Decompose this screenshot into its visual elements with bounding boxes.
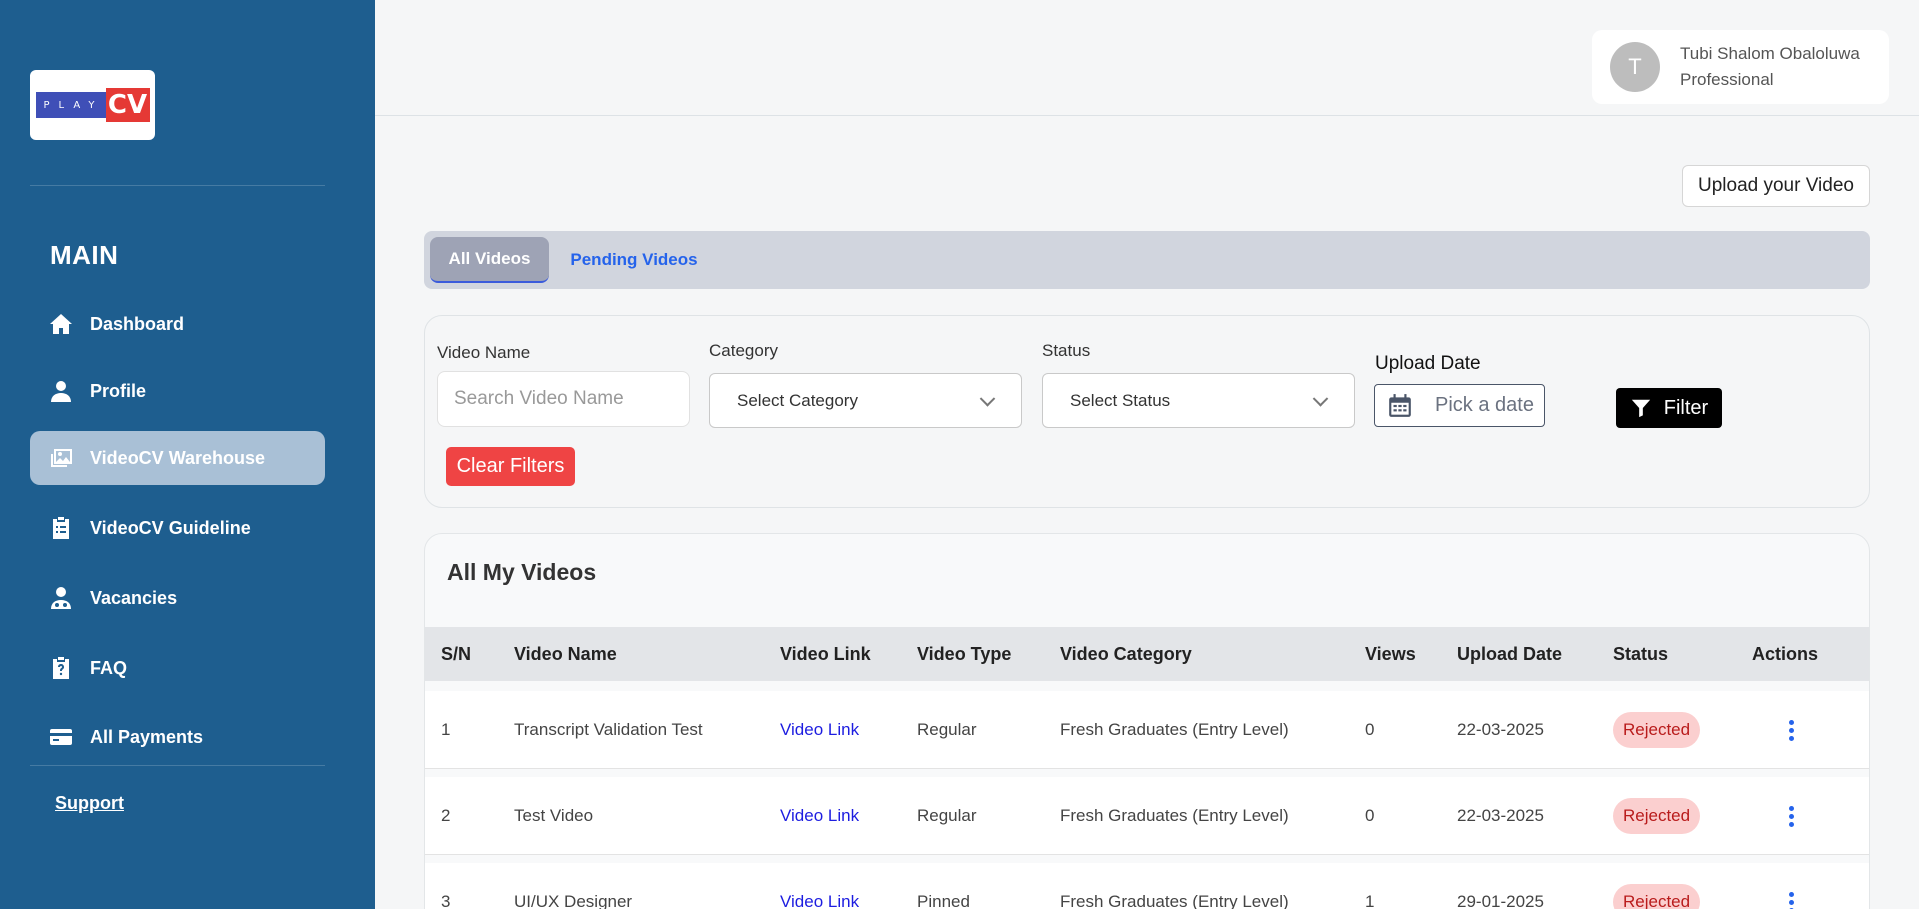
- sidebar: PLAY CV MAIN Dashboard Profile VideoCV W…: [0, 0, 375, 909]
- user-name: Tubi Shalom Obaloluwa: [1680, 44, 1860, 63]
- cell-video-type: Regular: [917, 720, 977, 739]
- sidebar-item-label: Vacancies: [90, 587, 178, 608]
- cell-sn: 2: [441, 806, 451, 825]
- table-row: 2 Test Video Video Link Regular Fresh Gr…: [425, 777, 1869, 855]
- top-header: T Tubi Shalom Obaloluwa Professional: [375, 0, 1919, 116]
- cell-video-type: Pinned: [917, 892, 970, 909]
- sidebar-item-label: FAQ: [90, 657, 128, 678]
- status-select-value: Select Status: [1070, 390, 1171, 410]
- cell-sn: 1: [441, 720, 451, 739]
- sidebar-item-label: VideoCV Guideline: [90, 517, 251, 538]
- table-row: 1 Transcript Validation Test Video Link …: [425, 691, 1869, 769]
- category-select[interactable]: Select Category: [709, 373, 1022, 428]
- sidebar-item-profile[interactable]: Profile: [30, 364, 325, 418]
- tab-all-videos[interactable]: All Videos: [430, 237, 549, 283]
- clear-filters-button[interactable]: Clear Filters: [446, 447, 575, 486]
- column-header-sn: S/N: [441, 643, 472, 664]
- upload-date-label: Upload Date: [1375, 353, 1481, 374]
- video-link[interactable]: Video Link: [780, 777, 859, 855]
- sidebar-section-title: MAIN: [50, 240, 119, 270]
- table-row: 3 UI/UX Designer Video Link Pinned Fresh…: [425, 863, 1869, 909]
- cell-upload-date: 22-03-2025: [1457, 806, 1544, 825]
- cell-video-name: Test Video: [514, 806, 594, 825]
- more-actions-icon[interactable]: [1781, 719, 1801, 741]
- sidebar-item-label: VideoCV Warehouse: [90, 447, 266, 468]
- cell-video-category: Fresh Graduates (Entry Level): [1060, 720, 1289, 739]
- video-name-label: Video Name: [437, 343, 531, 362]
- calendar-icon: [1389, 393, 1411, 417]
- sidebar-item-videocv-warehouse[interactable]: VideoCV Warehouse: [30, 431, 325, 485]
- cell-views: 0: [1365, 720, 1375, 739]
- cell-video-name: UI/UX Designer: [514, 892, 633, 909]
- filter-button-label: Filter: [1663, 396, 1709, 419]
- tab-pending-videos[interactable]: Pending Videos: [564, 237, 704, 283]
- column-header-views: Views: [1365, 643, 1416, 664]
- sidebar-item-label: Dashboard: [90, 313, 185, 334]
- more-actions-icon[interactable]: [1781, 805, 1801, 827]
- sidebar-divider: [30, 185, 325, 186]
- sidebar-item-faq[interactable]: FAQ: [30, 641, 325, 695]
- filter-button[interactable]: Filter: [1616, 388, 1722, 428]
- sidebar-item-label: Profile: [90, 380, 147, 401]
- upload-video-button[interactable]: Upload your Video: [1682, 165, 1870, 207]
- clipboard-icon: [48, 515, 74, 541]
- table-header: S/N Video Name Video Link Video Type Vid…: [425, 627, 1869, 681]
- filter-icon: [1631, 399, 1650, 418]
- doctor-icon: [48, 585, 74, 611]
- filter-panel: Video Name Search Video Name Category Se…: [424, 315, 1870, 508]
- sidebar-item-vacancies[interactable]: Vacancies: [30, 571, 325, 625]
- cell-sn: 3: [441, 892, 451, 909]
- status-badge: Rejected: [1613, 712, 1701, 748]
- clipboard-question-icon: [48, 655, 74, 681]
- user-card[interactable]: T Tubi Shalom Obaloluwa Professional: [1592, 30, 1889, 104]
- sidebar-item-label: All Payments: [90, 726, 204, 747]
- sidebar-divider: [30, 765, 325, 766]
- column-header-actions: Actions: [1752, 643, 1819, 664]
- images-icon: [48, 445, 74, 471]
- cell-upload-date: 29-01-2025: [1457, 892, 1544, 909]
- sidebar-item-dashboard[interactable]: Dashboard: [30, 297, 325, 351]
- video-link[interactable]: Video Link: [780, 863, 859, 909]
- user-role: Professional: [1680, 70, 1774, 89]
- video-name-input[interactable]: Search Video Name: [437, 371, 690, 427]
- video-tabs: All Videos Pending Videos: [424, 231, 1870, 289]
- column-header-upload-date: Upload Date: [1457, 643, 1563, 664]
- logo-cv-text: CV: [105, 88, 150, 122]
- user-icon: [48, 378, 74, 404]
- video-link[interactable]: Video Link: [780, 691, 859, 769]
- column-header-video-link: Video Link: [780, 643, 871, 664]
- logo[interactable]: PLAY CV: [30, 70, 155, 140]
- status-label: Status: [1042, 341, 1091, 360]
- logo-play-text: PLAY: [35, 92, 106, 118]
- upload-date-picker[interactable]: Pick a date: [1374, 384, 1545, 427]
- cell-views: 0: [1365, 806, 1375, 825]
- home-icon: [48, 311, 74, 337]
- column-header-video-name: Video Name: [514, 643, 617, 664]
- credit-card-icon: [48, 724, 74, 750]
- sidebar-item-videocv-guideline[interactable]: VideoCV Guideline: [30, 501, 325, 555]
- more-actions-icon[interactable]: [1781, 891, 1801, 909]
- column-header-video-type: Video Type: [917, 643, 1012, 664]
- cell-upload-date: 22-03-2025: [1457, 720, 1544, 739]
- category-label: Category: [709, 341, 778, 360]
- table-title: All My Videos: [447, 559, 597, 585]
- chevron-down-icon: [1312, 390, 1329, 407]
- category-select-value: Select Category: [737, 390, 858, 410]
- column-header-video-category: Video Category: [1060, 643, 1192, 664]
- status-badge: Rejected: [1613, 884, 1701, 909]
- support-link[interactable]: Support: [55, 793, 124, 814]
- status-select[interactable]: Select Status: [1042, 373, 1355, 428]
- cell-video-category: Fresh Graduates (Entry Level): [1060, 892, 1289, 909]
- avatar: T: [1610, 42, 1660, 92]
- chevron-down-icon: [979, 390, 996, 407]
- status-badge: Rejected: [1613, 798, 1701, 834]
- cell-video-name: Transcript Validation Test: [514, 720, 703, 739]
- column-header-status: Status: [1613, 643, 1669, 664]
- cell-video-category: Fresh Graduates (Entry Level): [1060, 806, 1289, 825]
- videos-table-card: All My Videos S/N Video Name Video Link …: [424, 533, 1870, 909]
- cell-views: 1: [1365, 892, 1375, 909]
- sidebar-item-all-payments[interactable]: All Payments: [30, 710, 325, 764]
- upload-date-placeholder: Pick a date: [1435, 394, 1534, 416]
- cell-video-type: Regular: [917, 806, 977, 825]
